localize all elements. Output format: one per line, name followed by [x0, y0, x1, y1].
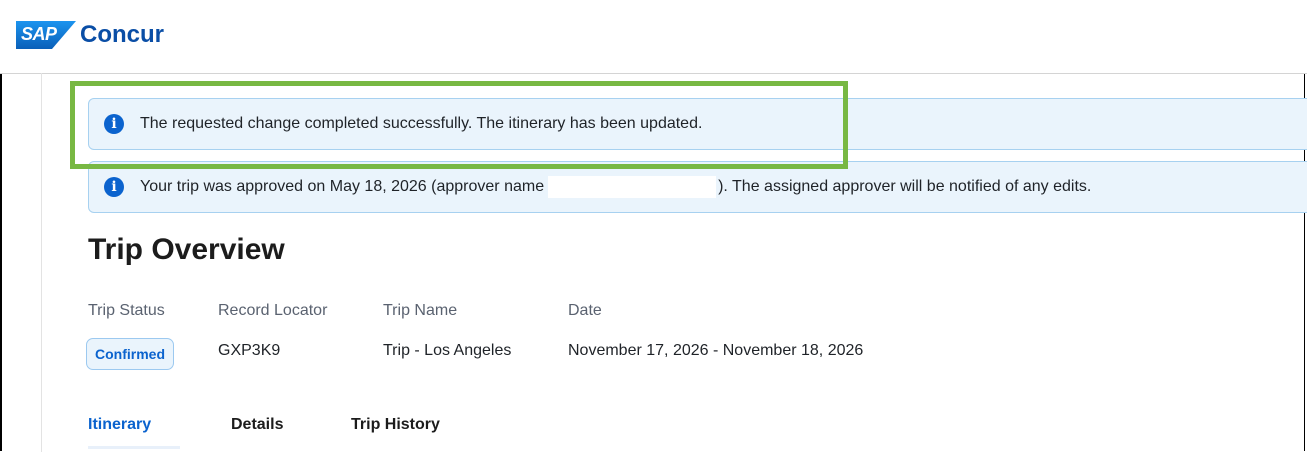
sap-logo-text: SAP: [21, 24, 57, 44]
sap-logo-icon: SAP: [16, 21, 76, 49]
trip-name-label: Trip Name: [383, 302, 458, 319]
annotation-highlight-box: [70, 81, 848, 169]
status-badge: Confirmed: [86, 338, 174, 370]
record-locator-value: GXP3K9: [218, 342, 281, 359]
active-tab-indicator: [88, 446, 180, 449]
app-header: SAP Concur: [0, 0, 1307, 74]
approval-text-start: Your trip was approved on May 18, 2026 (…: [140, 178, 545, 196]
record-locator-label: Record Locator: [218, 302, 328, 319]
concur-logo[interactable]: SAP Concur: [16, 21, 164, 49]
page-title: Trip Overview: [88, 233, 285, 266]
content-divider: [41, 73, 42, 452]
approval-banner-text: Your trip was approved on May 18, 2026 (…: [140, 176, 1091, 198]
approval-text-end: ). The assigned approver will be notifie…: [718, 178, 1092, 196]
tab-trip-history[interactable]: Trip History: [351, 416, 440, 434]
date-label: Date: [568, 302, 602, 319]
tab-itinerary[interactable]: Itinerary: [88, 416, 151, 434]
trip-name-value: Trip - Los Angeles: [383, 342, 512, 359]
date-value: November 17, 2026 - November 18, 2026: [568, 342, 864, 359]
tab-details[interactable]: Details: [231, 416, 283, 434]
info-icon: i: [104, 177, 124, 197]
trip-status-label: Trip Status: [88, 302, 165, 319]
redacted-approver-name: [548, 176, 717, 198]
brand-name: Concur: [80, 21, 164, 48]
